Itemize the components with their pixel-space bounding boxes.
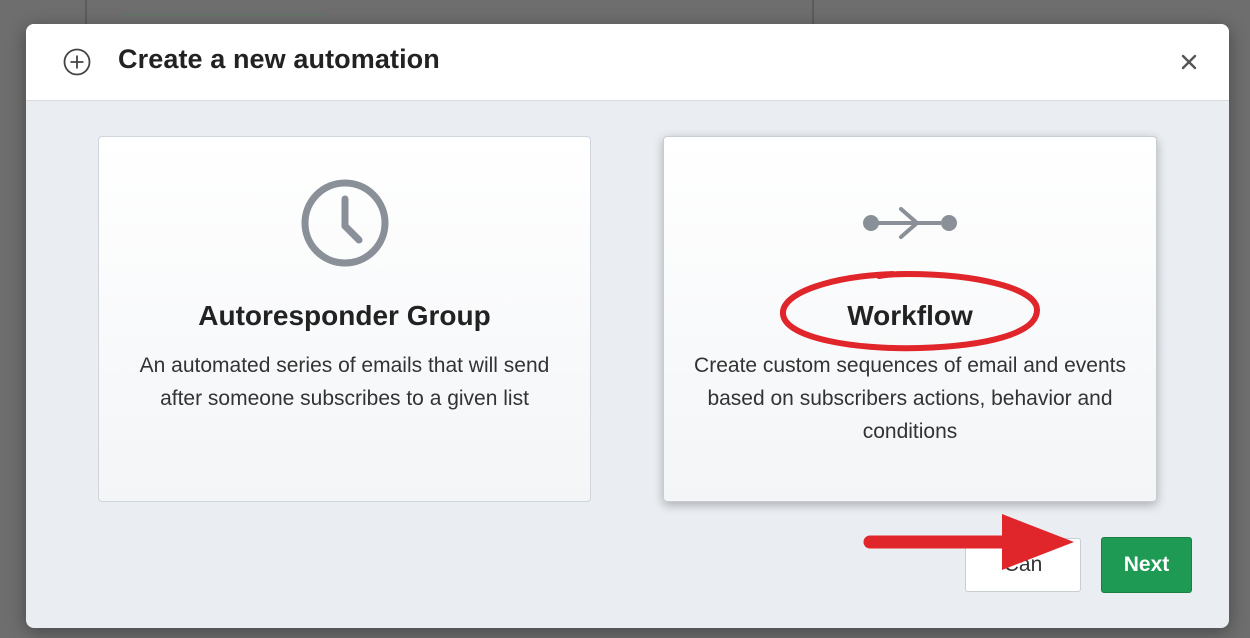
create-automation-modal: Create a new automation Autoresponder Gr… (26, 24, 1229, 628)
option-description: An automated series of emails that will … (139, 354, 550, 410)
workflow-icon (863, 207, 957, 239)
cancel-button[interactable]: Can (965, 538, 1081, 592)
plus-circle-icon (63, 48, 91, 76)
background-divider (85, 0, 87, 24)
modal-header: Create a new automation (26, 24, 1229, 101)
background-tab-hint (124, 14, 324, 24)
modal-title: Create a new automation (118, 44, 440, 74)
option-workflow[interactable]: Workflow Create custom sequences of emai… (663, 136, 1157, 502)
close-button[interactable] (1175, 48, 1203, 76)
background-divider (812, 0, 814, 24)
close-icon (1181, 54, 1197, 70)
clock-icon (301, 179, 388, 267)
option-description: Create custom sequences of email and eve… (694, 354, 1126, 443)
option-title: Autoresponder Group (198, 300, 491, 331)
option-autoresponder-group[interactable]: Autoresponder Group An automated series … (98, 136, 591, 502)
option-title: Workflow (847, 300, 973, 331)
next-button[interactable]: Next (1101, 537, 1192, 593)
